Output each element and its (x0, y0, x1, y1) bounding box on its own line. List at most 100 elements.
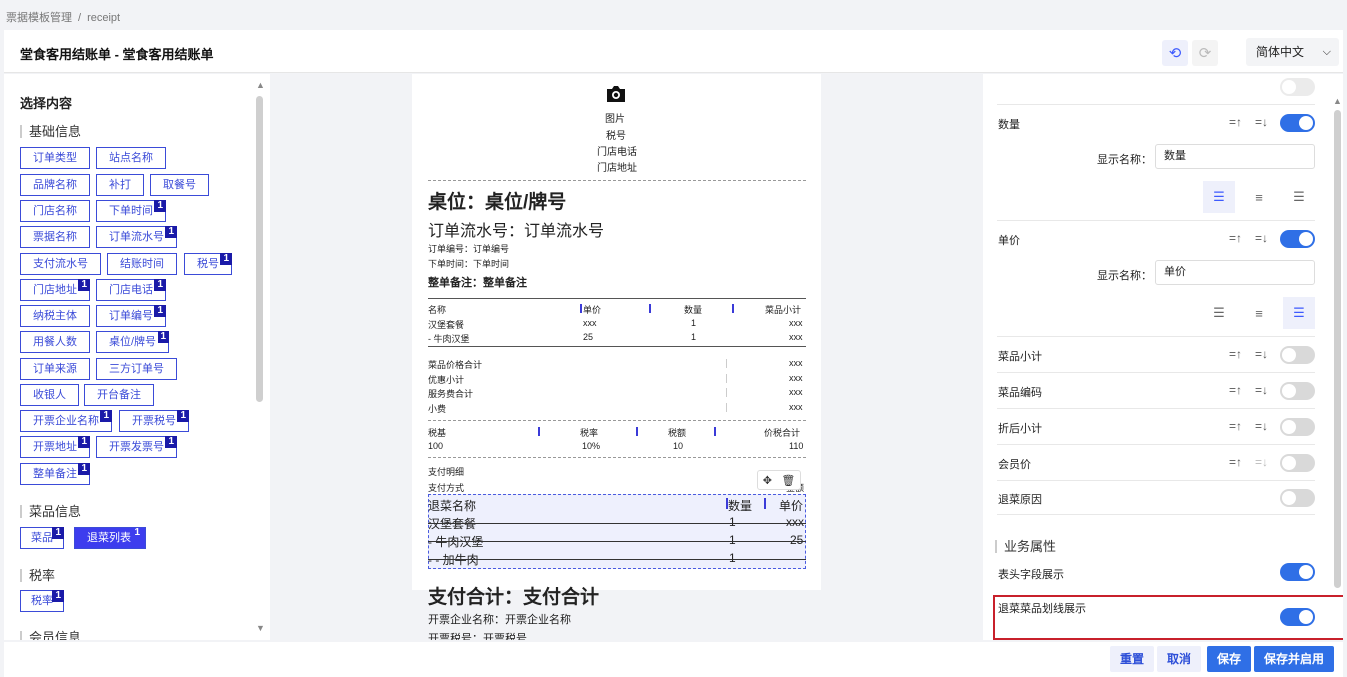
tag-store-address[interactable]: 门店地址 1 (20, 279, 90, 301)
breadcrumb-root[interactable]: 票据模板管理 (6, 12, 72, 24)
total-label: 服务费合计 (428, 389, 474, 399)
tag-order-source[interactable]: 订单来源 (20, 358, 90, 380)
sort-asc-icon[interactable]: =↑ (1229, 383, 1242, 397)
align-left-icon[interactable]: ☰ (1203, 181, 1235, 213)
tag-store-phone[interactable]: 门店电话 1 (96, 279, 166, 301)
tag-tax-entity[interactable]: 纳税主体 (20, 305, 90, 327)
chevron-down-icon: ⌵ (1322, 46, 1331, 58)
header-field-display-toggle[interactable] (1280, 563, 1315, 581)
align-center-icon[interactable]: ≡ (1243, 181, 1275, 213)
align-left-icon[interactable]: ☰ (1203, 297, 1235, 329)
move-icon[interactable]: ✥ (763, 474, 772, 487)
field-label: 会员价 (998, 459, 1031, 471)
footer-actions: 重置 取消 保存 保存并启用 (4, 642, 1343, 677)
tag-dish[interactable]: 菜品 1 (20, 527, 64, 549)
tag-order-no[interactable]: 订单编号 1 (96, 305, 166, 327)
tag-invoice-no[interactable]: 开票发票号 1 (96, 436, 177, 458)
tag-count-badge: 1 (220, 253, 232, 265)
sort-asc-icon[interactable]: =↑ (1229, 419, 1242, 433)
tag-pickup-no[interactable]: 取餐号 (150, 174, 209, 196)
toggle-switch[interactable] (1280, 78, 1315, 96)
field-visible-toggle[interactable] (1280, 346, 1315, 364)
save-and-enable-button[interactable]: 保存并启用 (1254, 646, 1335, 672)
align-center-icon[interactable]: ≡ (1243, 297, 1275, 329)
refund-strikethrough-toggle[interactable] (1280, 608, 1315, 626)
undo-button[interactable]: ⟲ (1162, 40, 1188, 66)
tag-diner-count[interactable]: 用餐人数 (20, 331, 90, 353)
total-value: xxx (789, 402, 803, 412)
refund-strikethrough-label: 退菜菜品划线展示 (998, 603, 1086, 615)
field-row-unit-price: 单价 =↑ =↓ 显示名称： 单价 ☰ ≡ ☰ (997, 221, 1315, 337)
properties-scrollbar[interactable] (1334, 110, 1341, 588)
tag-checkout-time[interactable]: 结账时间 (107, 253, 177, 275)
tag-count-badge: 1 (78, 436, 90, 448)
scroll-up-arrow[interactable]: ▲ (1333, 96, 1342, 106)
column-handle[interactable] (636, 427, 638, 436)
tag-reprint[interactable]: 补打 (96, 174, 144, 196)
field-label: 菜品编码 (998, 387, 1042, 399)
tag-receipt-name[interactable]: 票据名称 (20, 226, 90, 248)
tag-order-type[interactable]: 订单类型 (20, 147, 90, 169)
sort-desc-icon[interactable]: =↓ (1255, 383, 1268, 397)
scroll-up-arrow[interactable]: ▲ (256, 80, 265, 90)
field-visible-toggle[interactable] (1280, 114, 1315, 132)
cancel-button[interactable]: 取消 (1157, 646, 1202, 672)
language-select[interactable]: 简体中文 ⌵ (1246, 38, 1339, 66)
sort-asc-icon[interactable]: =↑ (1229, 455, 1242, 469)
tag-invoice-company[interactable]: 开票企业名称 1 (20, 410, 112, 432)
tax-col-rate: 税率 (580, 428, 599, 438)
tag-third-party-order[interactable]: 三方订单号 (96, 358, 177, 380)
field-visible-toggle[interactable] (1280, 489, 1315, 507)
sort-asc-icon[interactable]: =↑ (1229, 115, 1242, 129)
column-handle[interactable] (580, 304, 582, 313)
field-visible-toggle[interactable] (1280, 418, 1315, 436)
tag-serial-no[interactable]: 订单流水号 1 (96, 226, 177, 248)
redo-button[interactable]: ⟳ (1192, 40, 1218, 66)
tag-tax-no[interactable]: 税号 1 (184, 253, 232, 275)
item-name: - 牛肉汉堡 (428, 334, 470, 344)
field-visible-toggle[interactable] (1280, 382, 1315, 400)
sort-desc-icon[interactable]: =↓ (1255, 455, 1268, 469)
page-header: 堂食客用结账单 - 堂食客用结账单 ⟲ ⟳ 简体中文 ⌵ (4, 30, 1343, 73)
tag-brand-name[interactable]: 品牌名称 (20, 174, 90, 196)
tag-cashier[interactable]: 收银人 (20, 384, 79, 406)
tag-tax-rate[interactable]: 税率 1 (20, 590, 64, 612)
sort-desc-icon[interactable]: =↓ (1255, 347, 1268, 361)
tag-site-name[interactable]: 站点名称 (96, 147, 166, 169)
align-right-icon[interactable]: ☰ (1283, 297, 1315, 329)
field-row-quantity: 数量 =↑ =↓ 显示名称： 数量 ☰ ≡ ☰ (997, 105, 1315, 221)
left-scrollbar[interactable] (256, 96, 263, 402)
tag-table-no[interactable]: 桌位/牌号 1 (96, 331, 170, 353)
align-right-icon[interactable]: ☰ (1283, 181, 1315, 213)
tag-refund-list[interactable]: 退菜列表 1 (74, 527, 146, 549)
tag-store-name[interactable]: 门店名称 (20, 200, 90, 222)
display-name-input[interactable]: 单价 (1155, 260, 1315, 285)
column-handle[interactable] (732, 304, 734, 313)
delete-icon[interactable]: 🗑 (781, 474, 795, 487)
scroll-down-arrow[interactable]: ▼ (256, 623, 265, 633)
item-qty: 1 (691, 332, 697, 342)
col-qty: 数量 (684, 305, 703, 315)
tag-order-time[interactable]: 下单时间 1 (96, 200, 166, 222)
save-button[interactable]: 保存 (1207, 646, 1252, 672)
display-name-input[interactable]: 数量 (1155, 144, 1315, 169)
tag-payment-serial[interactable]: 支付流水号 (20, 253, 101, 275)
field-visible-toggle[interactable] (1280, 454, 1315, 472)
sort-desc-icon[interactable]: =↓ (1255, 115, 1268, 129)
column-handle[interactable] (714, 427, 716, 436)
column-handle[interactable] (649, 304, 651, 313)
column-handle[interactable] (538, 427, 540, 436)
tag-invoice-address[interactable]: 开票地址 1 (20, 436, 90, 458)
sort-desc-icon[interactable]: =↓ (1255, 419, 1268, 433)
sort-asc-icon[interactable]: =↑ (1229, 231, 1242, 245)
tag-invoice-tax-no[interactable]: 开票税号 1 (119, 410, 189, 432)
divider (428, 346, 806, 347)
field-visible-toggle[interactable] (1280, 230, 1315, 248)
tag-open-table-remark[interactable]: 开台备注 (84, 384, 154, 406)
reset-button[interactable]: 重置 (1110, 646, 1155, 672)
tag-order-remark[interactable]: 整单备注 1 (20, 463, 90, 485)
group-basic-info: 基础信息 (20, 125, 81, 138)
sort-asc-icon[interactable]: =↑ (1229, 347, 1242, 361)
column-handle[interactable] (764, 498, 766, 509)
sort-desc-icon[interactable]: =↓ (1255, 231, 1268, 245)
